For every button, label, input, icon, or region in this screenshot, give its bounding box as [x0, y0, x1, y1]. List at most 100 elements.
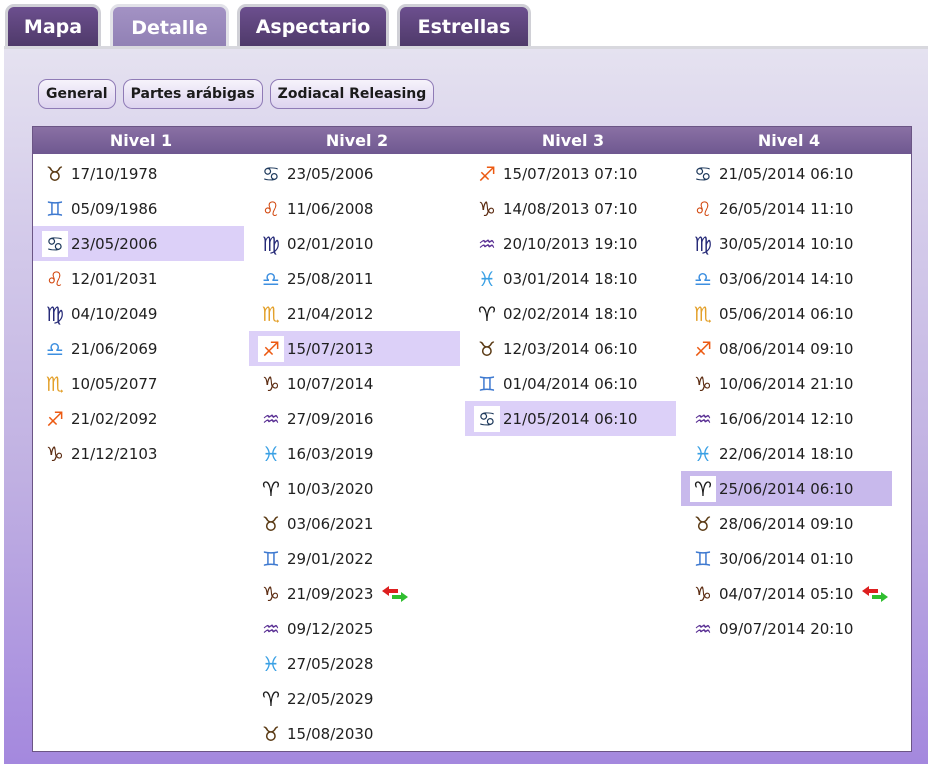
- period-date: 01/04/2014 06:10: [503, 374, 638, 393]
- period-row[interactable]: ♉ 28/06/2014 09:10: [681, 506, 892, 541]
- column-nivel-2: ♋ 23/05/2006 ♌ 11/06/2008 ♍ 02/01/2010 ♎ 25/08/…: [249, 156, 460, 751]
- cancer-icon: ♋: [262, 161, 280, 186]
- period-row[interactable]: ♌ 26/05/2014 11:10: [681, 191, 892, 226]
- period-date: 10/03/2020: [287, 479, 374, 498]
- period-date: 10/07/2014: [287, 374, 374, 393]
- tab-estrellas[interactable]: Estrellas: [397, 4, 531, 46]
- taurus-icon: ♉: [46, 161, 64, 186]
- period-row[interactable]: ♈ 02/02/2014 18:10: [465, 296, 676, 331]
- period-row[interactable]: ♐ 08/06/2014 09:10: [681, 331, 892, 366]
- period-row[interactable]: ♋ 23/05/2006: [33, 226, 244, 261]
- period-row[interactable]: ♎ 03/06/2014 14:10: [681, 261, 892, 296]
- period-row[interactable]: ♉ 17/10/1978: [33, 156, 244, 191]
- period-date: 03/01/2014 18:10: [503, 269, 638, 288]
- period-row[interactable]: ♓ 03/01/2014 18:10: [465, 261, 676, 296]
- period-date: 15/07/2013 07:10: [503, 164, 638, 183]
- pisces-icon: ♓: [262, 441, 280, 466]
- aquarius-icon: ♒: [478, 231, 496, 256]
- period-date: 12/03/2014 06:10: [503, 339, 638, 358]
- period-row[interactable]: ♒ 20/10/2013 19:10: [465, 226, 676, 261]
- partes-arabigas-button[interactable]: Partes arábigas: [122, 79, 263, 109]
- period-row[interactable]: ♊ 05/09/1986: [33, 191, 244, 226]
- period-row[interactable]: ♒ 09/07/2014 20:10: [681, 611, 892, 646]
- period-row[interactable]: ♑ 14/08/2013 07:10: [465, 191, 676, 226]
- period-row[interactable]: ♈ 10/03/2020: [249, 471, 460, 506]
- period-row[interactable]: ♊ 29/01/2022: [249, 541, 460, 576]
- period-date: 21/12/2103: [71, 444, 158, 463]
- header-nivel-2: Nivel 2: [325, 131, 389, 150]
- period-row[interactable]: ♊ 01/04/2014 06:10: [465, 366, 676, 401]
- period-date: 21/09/2023: [287, 584, 374, 603]
- scorpio-icon: ♏: [262, 301, 280, 326]
- zodiacal-releasing-button[interactable]: Zodiacal Releasing: [269, 79, 435, 109]
- period-row[interactable]: ♑ 21/12/2103: [33, 436, 244, 471]
- period-row[interactable]: ♏ 21/04/2012: [249, 296, 460, 331]
- period-date: 21/06/2069: [71, 339, 158, 358]
- period-row[interactable]: ♍ 02/01/2010: [249, 226, 460, 261]
- gemini-icon: ♊: [694, 546, 712, 571]
- period-date: 20/10/2013 19:10: [503, 234, 638, 253]
- period-row[interactable]: ♍ 04/10/2049: [33, 296, 244, 331]
- period-row[interactable]: ♎ 21/06/2069: [33, 331, 244, 366]
- tab-detalle[interactable]: Detalle: [110, 4, 229, 48]
- period-date: 30/06/2014 01:10: [719, 549, 854, 568]
- period-row[interactable]: ♋ 21/05/2014 06:10: [465, 401, 676, 436]
- period-row[interactable]: ♉ 15/08/2030: [249, 716, 460, 751]
- period-date: 10/06/2014 21:10: [719, 374, 854, 393]
- period-date: 29/01/2022: [287, 549, 374, 568]
- period-row[interactable]: ♏ 05/06/2014 06:10: [681, 296, 892, 331]
- period-row[interactable]: ♒ 27/09/2016: [249, 401, 460, 436]
- aquarius-icon: ♒: [262, 406, 280, 431]
- virgo-icon: ♍: [46, 301, 64, 326]
- column-nivel-3: ♐ 15/07/2013 07:10 ♑ 14/08/2013 07:10 ♒ 20/10…: [465, 156, 676, 436]
- period-row[interactable]: ♉ 12/03/2014 06:10: [465, 331, 676, 366]
- period-date: 15/07/2013: [287, 339, 374, 358]
- aries-icon: ♈: [478, 301, 496, 326]
- leo-icon: ♌: [262, 196, 280, 221]
- period-date: 03/06/2021: [287, 514, 374, 533]
- period-row[interactable]: ♊ 30/06/2014 01:10: [681, 541, 892, 576]
- period-date: 21/05/2014 06:10: [719, 164, 854, 183]
- period-row[interactable]: ♈ 25/06/2014 06:10: [681, 471, 892, 506]
- period-row[interactable]: ♒ 16/06/2014 12:10: [681, 401, 892, 436]
- cancer-icon: ♋: [42, 230, 68, 257]
- period-row[interactable]: ♑ 21/09/2023: [249, 576, 460, 611]
- period-row[interactable]: ♓ 22/06/2014 18:10: [681, 436, 892, 471]
- capricorn-icon: ♑: [262, 371, 280, 396]
- pisces-icon: ♓: [478, 266, 496, 291]
- period-row[interactable]: ♑ 10/07/2014: [249, 366, 460, 401]
- cancer-icon: ♋: [694, 161, 712, 186]
- tab-mapa[interactable]: Mapa: [5, 4, 101, 46]
- period-row[interactable]: ♏ 10/05/2077: [33, 366, 244, 401]
- period-row[interactable]: ♌ 11/06/2008: [249, 191, 460, 226]
- period-row[interactable]: ♐ 21/02/2092: [33, 401, 244, 436]
- table-header: Nivel 1 Nivel 2 Nivel 3 Nivel 4: [33, 127, 911, 154]
- period-row[interactable]: ♌ 12/01/2031: [33, 261, 244, 296]
- period-row[interactable]: ♋ 21/05/2014 06:10: [681, 156, 892, 191]
- period-row[interactable]: ♒ 09/12/2025: [249, 611, 460, 646]
- period-row[interactable]: ♐ 15/07/2013: [249, 331, 460, 366]
- tab-aspectario[interactable]: Aspectario: [237, 4, 389, 46]
- period-row[interactable]: ♉ 03/06/2021: [249, 506, 460, 541]
- libra-icon: ♎: [262, 266, 280, 291]
- taurus-icon: ♉: [262, 721, 280, 746]
- period-date: 23/05/2006: [71, 234, 158, 253]
- pisces-icon: ♓: [262, 651, 280, 676]
- period-row[interactable]: ♓ 16/03/2019: [249, 436, 460, 471]
- period-row[interactable]: ♓ 27/05/2028: [249, 646, 460, 681]
- period-date: 16/06/2014 12:10: [719, 409, 854, 428]
- aries-icon: ♈: [690, 475, 716, 502]
- libra-icon: ♎: [694, 266, 712, 291]
- period-row[interactable]: ♐ 15/07/2013 07:10: [465, 156, 676, 191]
- general-button[interactable]: General: [38, 79, 116, 109]
- period-row[interactable]: ♍ 30/05/2014 10:10: [681, 226, 892, 261]
- period-date: 27/09/2016: [287, 409, 374, 428]
- period-row[interactable]: ♈ 22/05/2029: [249, 681, 460, 716]
- period-row[interactable]: ♎ 25/08/2011: [249, 261, 460, 296]
- period-row[interactable]: ♑ 10/06/2014 21:10: [681, 366, 892, 401]
- aquarius-icon: ♒: [694, 406, 712, 431]
- period-row[interactable]: ♑ 04/07/2014 05:10: [681, 576, 892, 611]
- period-row[interactable]: ♋ 23/05/2006: [249, 156, 460, 191]
- period-date: 17/10/1978: [71, 164, 158, 183]
- period-date: 28/06/2014 09:10: [719, 514, 854, 533]
